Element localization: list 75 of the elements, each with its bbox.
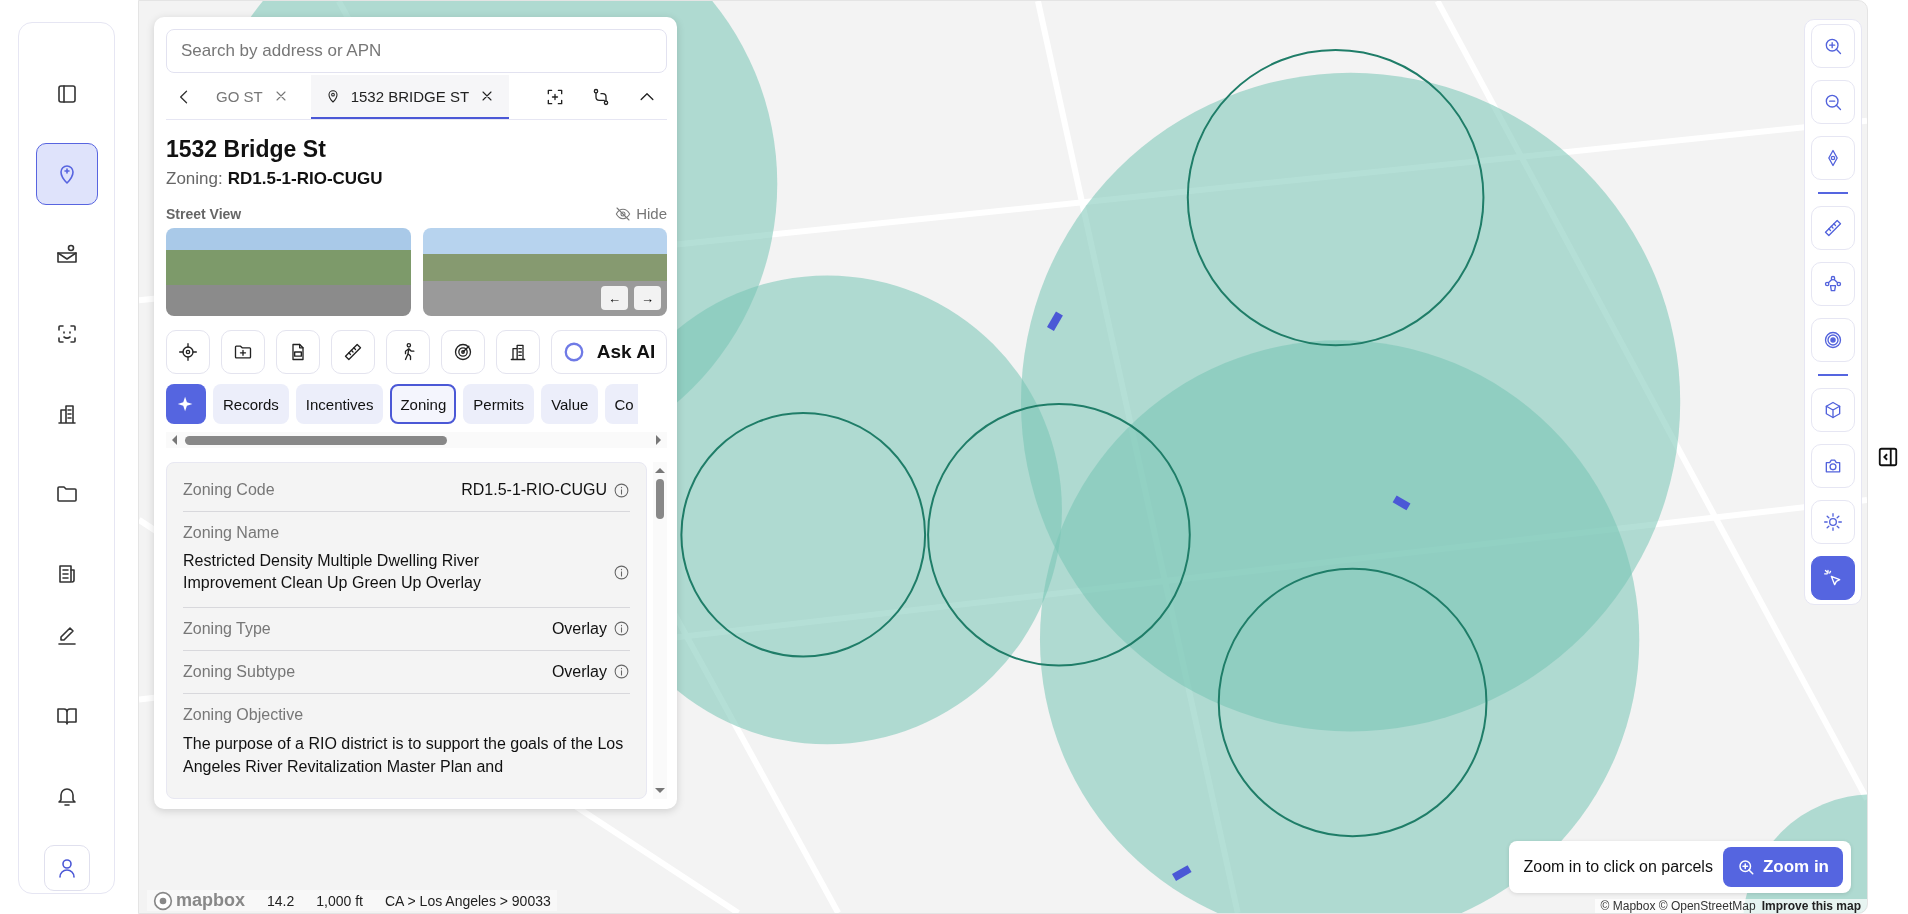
building-icon [508,342,528,362]
scale-label: 1,000 ft [316,892,363,909]
zoning-code: RD1.5-1-RIO-CUGU [227,169,383,189]
attribution-text: © Mapbox © OpenStreetMap [1600,899,1756,913]
action-button[interactable] [276,330,320,374]
category-tab[interactable]: Incentives [295,384,384,424]
sun-icon [1823,512,1843,532]
field-label: Zoning Objective [183,705,305,724]
address-tab[interactable]: 1532 BRIDGE ST [310,75,510,119]
next-button[interactable]: → [634,286,661,310]
ruler-icon [1823,218,1843,238]
zoom-in-icon [1736,858,1755,876]
action-button[interactable] [496,330,540,374]
crosshair-icon [178,342,198,362]
field-value: Overlay [551,619,607,638]
scrollbar-thumb[interactable] [656,479,664,519]
sidebar-item[interactable] [35,143,98,205]
radar-icon [453,342,473,362]
node-graph-icon [1823,274,1843,294]
action-button[interactable] [441,330,485,374]
field-value: Restricted Density Multiple Dwelling River Improvement Clean Up Green Up Overlay [183,551,482,594]
field-value: RD1.5-1-RIO-CUGU [461,481,607,499]
scroll-left-icon[interactable] [172,435,177,445]
envelope-person-icon [54,242,79,266]
info-icon[interactable] [613,663,630,681]
field-label: Zoning Name [183,524,281,542]
info-icon[interactable] [613,620,630,638]
vertical-scrollbar[interactable] [653,462,667,800]
ask-ai-button[interactable]: Ask AI [551,330,667,374]
eye-off-icon [615,205,632,222]
target-circle-icon [1823,330,1843,350]
info-icon[interactable] [613,563,630,581]
zoom-in-icon [1823,36,1843,56]
cube-icon [1823,400,1843,420]
click-pointer-icon [1823,568,1843,588]
field-label: Zoning Code [183,481,275,499]
collapse-panel-icon[interactable] [1877,446,1899,468]
location-breadcrumb: CA > Los Angeles > 90033 [384,892,551,909]
previous-button[interactable]: ← [601,286,628,310]
category-tab[interactable]: Co [605,384,638,424]
scan-plus-icon[interactable] [545,87,565,107]
field-label: Zoning Subtype [183,662,296,681]
search-field[interactable]: Search by address or APN [166,29,667,73]
route-icon[interactable] [591,87,611,107]
hint-text: Zoom in to click on parcels [1523,858,1713,876]
map-tool-button[interactable] [1811,556,1855,600]
section-label: Street View [166,205,242,222]
field-label: Zoning Type [183,619,271,638]
action-button[interactable] [331,330,375,374]
hide-button[interactable]: Hide [615,205,667,222]
zoom-in-button[interactable]: Zoom in [1722,847,1843,887]
action-button[interactable] [166,330,210,374]
action-button[interactable] [386,330,430,374]
ruler-icon [343,342,363,362]
info-icon[interactable] [613,481,630,499]
improve-map-link[interactable]: Improve this map [1761,899,1861,913]
scrollbar-thumb[interactable] [185,435,447,445]
property-title: 1532 Bridge St [166,136,327,163]
category-tab[interactable]: Value [541,384,599,424]
zoom-level: 14.2 [267,892,295,909]
scroll-down-icon[interactable] [655,788,665,794]
scroll-right-icon[interactable] [656,435,661,445]
field-value: The purpose of a RIO district is to support the goals of the Los Angeles River Revitalization Master Plan and [183,733,625,777]
action-button[interactable] [221,330,265,374]
field-value: Overlay [551,662,607,681]
zoom-out-icon [1823,92,1843,112]
category-tab[interactable]: Records [213,384,289,424]
address-tab[interactable]: GO ST [202,75,303,119]
scroll-up-icon[interactable] [655,468,665,473]
zoning-label: Zoning: [166,169,223,189]
loading-ring-icon [562,341,585,363]
horizontal-scrollbar[interactable] [166,432,667,448]
category-tab[interactable]: Permits [463,384,535,424]
category-tab[interactable]: Zoning [390,384,457,424]
ai-sparkle-button[interactable] [166,384,206,424]
